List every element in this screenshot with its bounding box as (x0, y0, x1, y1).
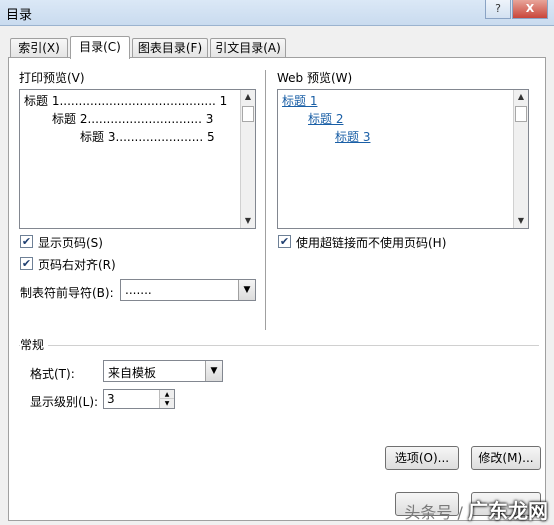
print-preview-heading-1: 标题 1....................................… (24, 94, 228, 108)
dropdown-arrow-icon[interactable]: ▼ (205, 361, 222, 381)
show-levels-stepper[interactable]: 3 ▲ ▼ (103, 389, 175, 409)
web-preview-box: 标题 1 标题 2 标题 3 ▲ ▼ (277, 89, 529, 229)
show-levels-label: 显示级别(L): (30, 395, 99, 409)
format-label: 格式(T): (30, 367, 75, 381)
scroll-thumb[interactable] (515, 106, 527, 122)
use-hyperlinks-checkbox[interactable]: ✔ (278, 235, 291, 248)
tab-table-of-figures[interactable]: 图表目录(F) (132, 38, 208, 58)
print-preview-label: 打印预览(V) (19, 71, 85, 85)
web-preview-label: Web 预览(W) (277, 71, 353, 85)
show-levels-value: 3 (107, 392, 115, 406)
print-preview-heading-2: 标题 2.............................. 3 (52, 112, 214, 126)
toc-panel: 打印预览(V) 标题 1............................… (8, 57, 546, 521)
watermark-prefix: 头条号 / (404, 503, 468, 522)
tab-table-of-authorities[interactable]: 引文目录(A) (210, 38, 286, 58)
show-page-numbers-label: 显示页码(S) (38, 236, 103, 250)
tab-leader-select[interactable]: ....... ▼ (120, 279, 256, 301)
title-bar: 目录 ? X (0, 0, 554, 26)
tab-leader-label: 制表符前导符(B): (20, 286, 114, 300)
window-title: 目录 (6, 8, 33, 23)
tab-leader-value: ....... (125, 283, 152, 297)
print-preview-box: 标题 1....................................… (19, 89, 256, 229)
scroll-down-icon[interactable]: ▼ (241, 214, 255, 228)
spin-up-icon[interactable]: ▲ (159, 390, 174, 399)
dropdown-arrow-icon[interactable]: ▼ (238, 280, 255, 300)
right-align-checkbox[interactable]: ✔ (20, 257, 33, 270)
help-button[interactable]: ? (485, 0, 511, 19)
web-preview-heading-1[interactable]: 标题 1 (282, 92, 317, 109)
web-preview-heading-2[interactable]: 标题 2 (308, 110, 343, 127)
modify-button[interactable]: 修改(M)... (471, 446, 541, 470)
show-page-numbers-checkbox[interactable]: ✔ (20, 235, 33, 248)
print-preview-scrollbar[interactable]: ▲ ▼ (240, 90, 255, 228)
column-divider (265, 70, 266, 330)
web-preview-heading-3[interactable]: 标题 3 (335, 128, 370, 145)
spin-down-icon[interactable]: ▼ (159, 399, 174, 408)
options-button[interactable]: 选项(O)... (385, 446, 459, 470)
close-button[interactable]: X (512, 0, 548, 19)
general-section-label: 常规 (20, 336, 49, 353)
format-select[interactable]: 来自模板 ▼ (103, 360, 223, 382)
use-hyperlinks-label: 使用超链接而不使用页码(H) (296, 236, 447, 250)
tab-index[interactable]: 索引(X) (10, 38, 68, 58)
watermark-brand: 广东龙网 (468, 499, 548, 523)
tab-toc[interactable]: 目录(C) (70, 36, 130, 59)
web-preview-scrollbar[interactable]: ▲ ▼ (513, 90, 528, 228)
scroll-thumb[interactable] (242, 106, 254, 122)
scroll-up-icon[interactable]: ▲ (241, 90, 255, 104)
scroll-up-icon[interactable]: ▲ (514, 90, 528, 104)
watermark: 头条号 / 广东龙网 (404, 495, 548, 523)
right-align-label: 页码右对齐(R) (38, 258, 116, 272)
section-divider (19, 345, 539, 346)
print-preview-heading-3: 标题 3....................... 5 (80, 130, 215, 144)
scroll-down-icon[interactable]: ▼ (514, 214, 528, 228)
format-value: 来自模板 (108, 366, 157, 380)
